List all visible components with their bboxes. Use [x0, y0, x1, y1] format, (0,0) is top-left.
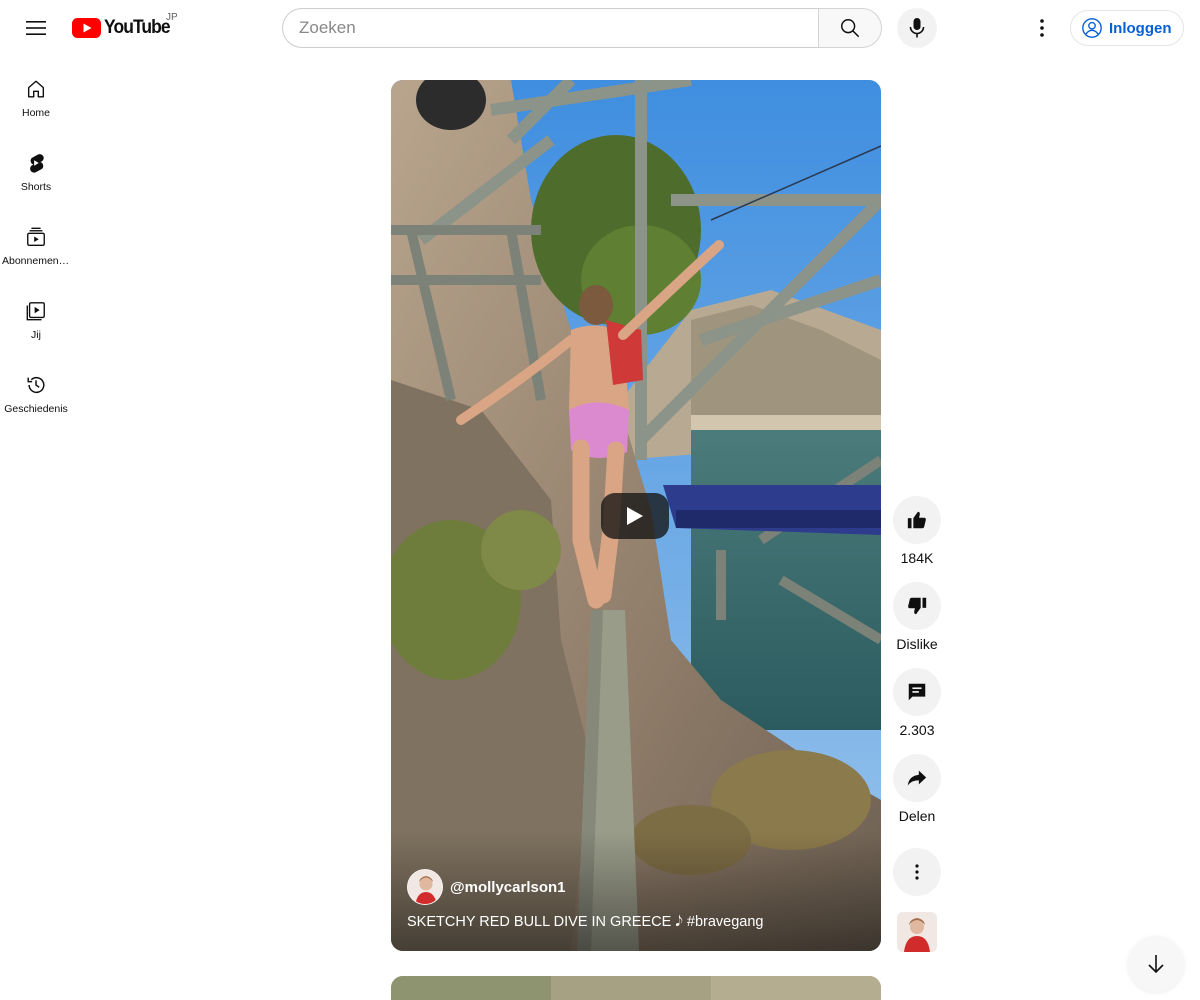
dislike-button[interactable] — [893, 582, 941, 630]
microphone-icon — [909, 18, 925, 38]
thumbs-up-icon — [907, 511, 926, 529]
sidebar-item-subscriptions[interactable]: Abonnementen — [0, 204, 72, 278]
search-input-wrapper — [282, 8, 818, 48]
sidebar-item-label: Geschiedenis — [4, 403, 68, 415]
channel-info[interactable]: @mollycarlson1 — [407, 869, 566, 905]
sidebar-item-label: Shorts — [20, 181, 52, 193]
comments-action[interactable]: 2.303 — [893, 668, 941, 738]
comment-count: 2.303 — [899, 722, 935, 738]
sidebar-item-you[interactable]: Jij — [0, 278, 72, 352]
search-icon — [841, 19, 859, 37]
arrow-down-icon — [1148, 955, 1164, 974]
logo-wordmark: YouTube — [104, 17, 171, 38]
like-count: 184K — [900, 550, 934, 566]
like-button[interactable] — [893, 496, 941, 544]
account-circle-icon — [1082, 18, 1102, 38]
search-input[interactable] — [299, 18, 818, 38]
search-button[interactable] — [818, 8, 882, 48]
share-icon — [907, 770, 927, 786]
share-label: Delen — [898, 808, 936, 824]
youtube-logo[interactable]: YouTube JP — [72, 12, 178, 39]
shorts-video-player[interactable]: @mollycarlson1 SKETCHY RED BULL DIVE IN … — [391, 80, 881, 951]
more-vertical-icon — [915, 864, 919, 880]
comments-button[interactable] — [893, 668, 941, 716]
channel-name[interactable]: @mollycarlson1 — [450, 879, 566, 896]
thumbs-down-icon — [908, 597, 927, 615]
settings-more-button[interactable] — [1022, 8, 1062, 48]
like-action[interactable]: 184K — [893, 496, 941, 566]
search-box — [282, 8, 882, 48]
voice-search-button[interactable] — [897, 8, 937, 48]
sound-thumbnail[interactable] — [897, 912, 937, 952]
subscriptions-icon — [27, 227, 45, 246]
shorts-action-bar: 184K Dislike 2.303 Delen — [893, 496, 941, 840]
sidebar-item-home[interactable]: Home — [0, 56, 72, 130]
masthead: YouTube JP Inloggen — [0, 0, 1200, 56]
comment-icon — [908, 683, 926, 701]
dislike-action[interactable]: Dislike — [893, 582, 941, 652]
sidebar-item-shorts[interactable]: Shorts — [0, 130, 72, 204]
share-button[interactable] — [893, 754, 941, 802]
youtube-play-logo-icon — [72, 18, 101, 38]
history-icon — [27, 377, 45, 394]
shorts-icon — [30, 154, 44, 173]
more-actions-button[interactable] — [893, 848, 941, 896]
sidebar-item-history[interactable]: Geschiedenis — [0, 352, 72, 426]
signin-button[interactable]: Inloggen — [1070, 10, 1184, 46]
more-vertical-icon — [1040, 19, 1044, 37]
share-action[interactable]: Delen — [893, 754, 941, 824]
next-short-preview[interactable] — [391, 976, 881, 1000]
signin-label: Inloggen — [1109, 19, 1172, 37]
mini-guide-sidebar: Home Shorts Abonnementen Jij Geschiedeni… — [0, 56, 72, 426]
dislike-label: Dislike — [896, 636, 938, 652]
library-icon — [26, 302, 45, 321]
play-button[interactable] — [601, 493, 669, 539]
channel-avatar[interactable] — [407, 869, 443, 905]
video-title[interactable]: SKETCHY RED BULL DIVE IN GREECE 𝅘𝅥𝅮 #bra… — [407, 914, 763, 930]
home-icon — [27, 80, 45, 98]
next-short-button[interactable] — [1128, 936, 1184, 992]
country-code: JP — [166, 12, 178, 23]
play-icon — [627, 507, 643, 525]
sidebar-item-label: Jij — [31, 329, 41, 341]
sidebar-item-label: Home — [21, 107, 50, 119]
sidebar-item-label: Abonnementen — [2, 255, 70, 267]
hamburger-menu-icon[interactable] — [16, 8, 56, 48]
